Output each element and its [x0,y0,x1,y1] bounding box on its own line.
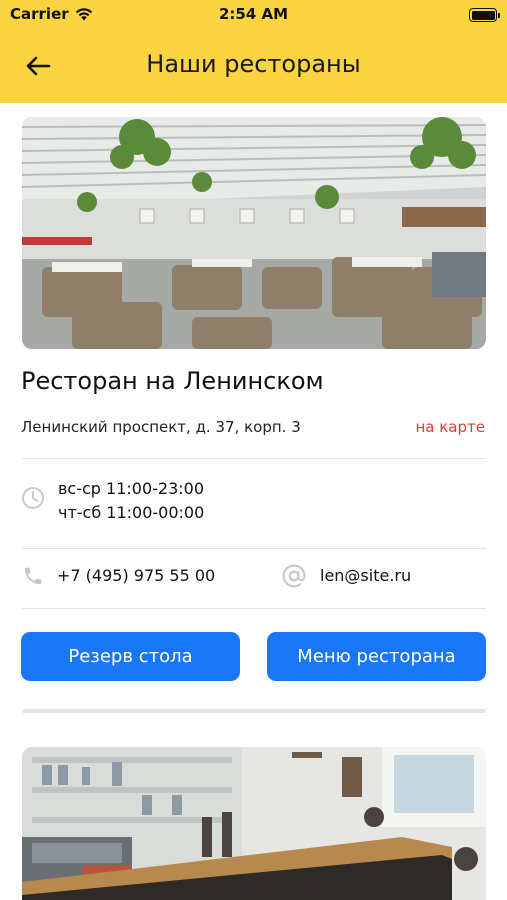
battery-icon [469,8,500,22]
status-time: 2:54 AM [218,5,289,23]
hours-line: чт-сб 11:00-00:00 [58,503,205,522]
divider [22,548,486,549]
restaurant-menu-button[interactable]: Меню ресторана [267,632,486,681]
app-header: Carrier 2:54 AM Наши рестораны [0,0,507,103]
hours-line: вс-ср 11:00-23:00 [58,479,205,498]
phone-icon [24,567,42,585]
email-address[interactable]: len@site.ru [320,566,411,585]
divider [22,458,486,459]
reserve-table-button[interactable]: Резерв стола [21,632,240,681]
section-separator [22,709,486,713]
restaurant-photo-next [22,747,486,900]
at-sign-icon [282,564,306,588]
divider [22,608,486,609]
restaurant-name: Ресторан на Ленинском [21,367,324,395]
restaurant-address: Ленинский проспект, д. 37, корп. 3 [21,418,301,436]
status-bar: Carrier 2:54 AM [0,0,507,30]
map-link[interactable]: на карте [415,418,485,436]
restaurant-photo [22,117,486,349]
phone-number[interactable]: +7 (495) 975 55 00 [57,566,215,585]
opening-hours: вс-ср 11:00-23:00 чт-сб 11:00-00:00 [58,477,204,525]
page-title: Наши рестораны [146,50,361,78]
clock-icon [22,487,44,509]
